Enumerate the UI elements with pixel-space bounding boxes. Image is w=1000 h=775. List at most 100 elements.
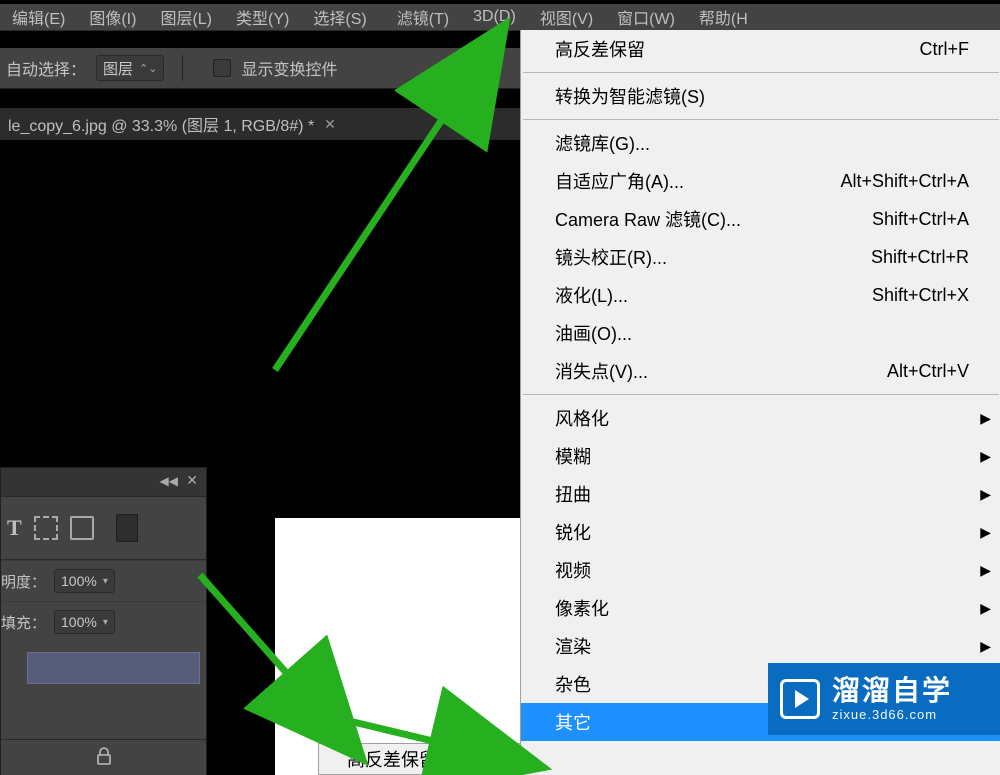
menu-separator	[523, 72, 999, 73]
menu-item-vanishing-point[interactable]: 消失点(V)... Alt+Ctrl+V	[521, 352, 1000, 390]
menu-item-label: 转换为智能滤镜(S)	[555, 83, 705, 109]
document-title: le_copy_6.jpg @ 33.3% (图层 1, RGB/8#) *	[8, 112, 314, 136]
opacity-row: 明度： 100% ▾	[1, 560, 206, 601]
menu-item-shortcut: Ctrl+F	[920, 39, 970, 60]
menu-item-label: 风格化	[555, 405, 609, 431]
menu-item-pixelate[interactable]: 像素化 ▶	[521, 589, 1000, 627]
menu-item-distort[interactable]: 扭曲 ▶	[521, 475, 1000, 513]
fill-value: 100%	[61, 614, 97, 630]
menu-item-label: 油画(O)...	[555, 320, 632, 346]
menu-edit[interactable]: 编辑(E)	[0, 2, 77, 32]
menu-item-label: 高反差保留	[555, 36, 645, 62]
menu-item-shortcut: Shift+Ctrl+A	[872, 209, 969, 230]
menu-separator	[523, 119, 999, 120]
menu-item-shortcut: Shift+Ctrl+X	[872, 285, 969, 306]
menu-help[interactable]: 帮助(H	[687, 2, 760, 32]
fill-field[interactable]: 100% ▾	[54, 610, 115, 634]
submenu-item-label: 高反差保留...	[347, 746, 452, 772]
menu-view[interactable]: 视图(V)	[528, 2, 605, 32]
menu-item-shortcut: Alt+Shift+Ctrl+A	[840, 171, 969, 192]
caret-down-icon: ▾	[103, 576, 108, 587]
menu-item-label: 消失点(V)...	[555, 358, 648, 384]
menu-item-label: 其它	[555, 709, 591, 735]
show-transform-label: 显示变换控件	[241, 56, 337, 80]
menu-item-smart-filter[interactable]: 转换为智能滤镜(S)	[521, 77, 1000, 115]
menu-item-oil-paint[interactable]: 油画(O)...	[521, 314, 1000, 352]
menu-image[interactable]: 图像(I)	[77, 2, 148, 32]
bounds-filter-icon[interactable]	[34, 516, 58, 540]
fill-label: 填充：	[1, 612, 46, 633]
menu-item-liquify[interactable]: 液化(L)... Shift+Ctrl+X	[521, 276, 1000, 314]
opacity-label: 明度：	[1, 571, 46, 592]
menu-item-label: 滤镜库(G)...	[555, 130, 650, 156]
menu-item-label: 镜头校正(R)...	[555, 244, 667, 270]
show-transform-checkbox[interactable]	[213, 59, 231, 77]
panel-header: ◀◀ ✕	[1, 468, 206, 497]
canvas-document[interactable]	[275, 518, 533, 775]
menu-window[interactable]: 窗口(W)	[605, 2, 687, 32]
menu-3d[interactable]: 3D(D)	[461, 5, 528, 29]
submenu-arrow-icon: ▶	[980, 600, 991, 617]
menu-item-label: 自适应广角(A)...	[555, 168, 684, 194]
watermark-badge: 溜溜自学 zixue.3d66.com	[768, 663, 1000, 735]
menu-item-label: Camera Raw 滤镜(C)...	[555, 206, 741, 232]
menu-item-camera-raw[interactable]: Camera Raw 滤镜(C)... Shift+Ctrl+A	[521, 200, 1000, 238]
menu-item-label: 液化(L)...	[555, 282, 628, 308]
fill-row: 填充： 100% ▾	[1, 601, 206, 642]
submenu-arrow-icon: ▶	[980, 638, 991, 655]
menu-select[interactable]: 选择(S)	[301, 2, 378, 32]
menu-item-shortcut: Shift+Ctrl+R	[871, 247, 969, 268]
auto-select-label: 自动选择：	[6, 56, 86, 80]
menu-item-label: 模糊	[555, 443, 591, 469]
submenu-arrow-icon: ▶	[980, 410, 991, 427]
watermark-title: 溜溜自学	[832, 676, 952, 707]
menu-item-label: 锐化	[555, 519, 591, 545]
menu-item-blur[interactable]: 模糊 ▶	[521, 437, 1000, 475]
panel-collapse-icon[interactable]: ◀◀	[160, 474, 178, 488]
layer-item[interactable]	[27, 652, 200, 684]
menu-item-adaptive-wide[interactable]: 自适应广角(A)... Alt+Shift+Ctrl+A	[521, 162, 1000, 200]
menu-layer[interactable]: 图层(L)	[148, 2, 224, 32]
submenu-arrow-icon: ▶	[980, 524, 991, 541]
layers-panel: ◀◀ ✕ T 明度： 100% ▾ 填充： 100% ▾	[0, 467, 207, 775]
opacity-value: 100%	[61, 573, 97, 589]
auto-select-dropdown[interactable]: 图层 ⌃⌄	[96, 55, 164, 81]
close-tab-icon[interactable]: ✕	[324, 116, 336, 133]
type-filter-icon[interactable]: T	[7, 515, 22, 541]
menu-item-label: 像素化	[555, 595, 609, 621]
panel-footer	[1, 739, 206, 775]
chevrons-icon: ⌃⌄	[139, 62, 157, 75]
menu-item-video[interactable]: 视频 ▶	[521, 551, 1000, 589]
menu-filter[interactable]: 滤镜(T)	[385, 2, 461, 32]
separator	[182, 55, 183, 81]
menu-item-label: 扭曲	[555, 481, 591, 507]
watermark-url: zixue.3d66.com	[832, 707, 952, 722]
caret-down-icon: ▾	[103, 617, 108, 628]
panel-close-icon[interactable]: ✕	[186, 472, 198, 489]
menu-separator	[523, 394, 999, 395]
submenu-arrow-icon: ▶	[980, 486, 991, 503]
menu-item-label: 杂色	[555, 671, 591, 697]
swatch-icon[interactable]	[116, 514, 138, 542]
submenu-arrow-icon: ▶	[980, 448, 991, 465]
submenu-high-pass[interactable]: 高反差保留...	[318, 743, 536, 775]
menu-item-stylize[interactable]: 风格化 ▶	[521, 399, 1000, 437]
lock-icon[interactable]	[96, 747, 112, 770]
submenu-arrow-icon: ▶	[980, 562, 991, 579]
menu-item-shortcut: Alt+Ctrl+V	[887, 361, 969, 382]
menu-type[interactable]: 类型(Y)	[224, 2, 301, 32]
menu-item-lens-correction[interactable]: 镜头校正(R)... Shift+Ctrl+R	[521, 238, 1000, 276]
menu-item-label: 视频	[555, 557, 591, 583]
smartobj-filter-icon[interactable]	[70, 516, 94, 540]
menu-item-sharpen[interactable]: 锐化 ▶	[521, 513, 1000, 551]
menu-item-render[interactable]: 渲染 ▶	[521, 627, 1000, 665]
auto-select-value: 图层	[103, 58, 133, 79]
menu-item-label: 渲染	[555, 633, 591, 659]
opacity-field[interactable]: 100% ▾	[54, 569, 115, 593]
menu-item-filter-gallery[interactable]: 滤镜库(G)...	[521, 124, 1000, 162]
app-menubar: 编辑(E) 图像(I) 图层(L) 类型(Y) 选择(S) 滤镜(T) 3D(D…	[0, 4, 1000, 30]
document-tab[interactable]: le_copy_6.jpg @ 33.3% (图层 1, RGB/8#) * ✕	[0, 108, 344, 140]
panel-filter-row: T	[1, 497, 206, 560]
watermark-play-icon	[780, 679, 820, 719]
menu-item-last-filter[interactable]: 高反差保留 Ctrl+F	[521, 30, 1000, 68]
